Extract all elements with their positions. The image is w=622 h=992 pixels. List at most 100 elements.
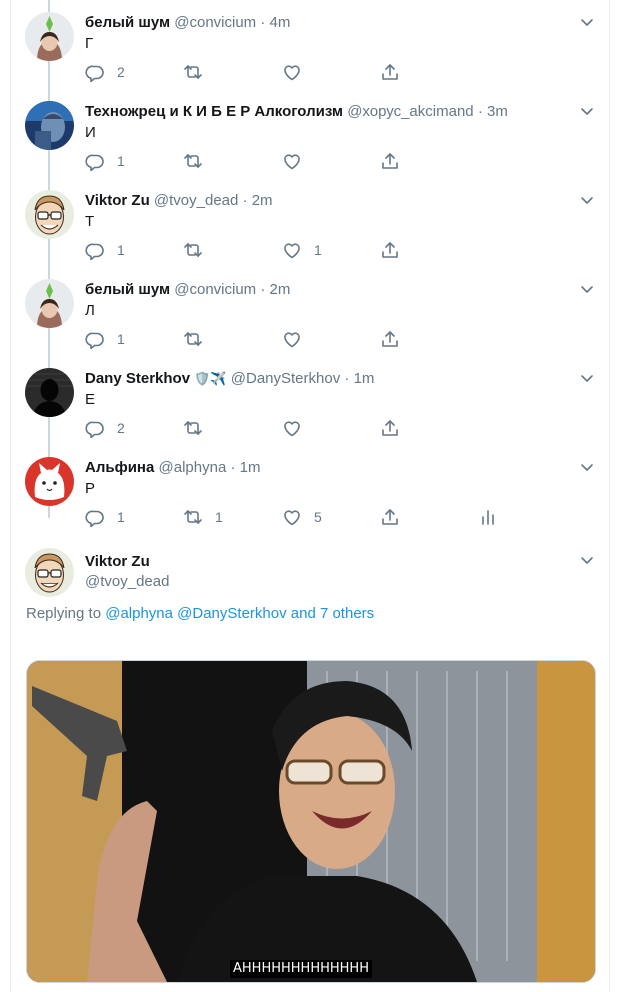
avatar[interactable] [25,190,74,239]
tweet-text: Р [85,480,96,497]
reply-button[interactable]: 2 [85,417,125,439]
like-button[interactable] [282,61,302,83]
replying-to-links[interactable]: @alphyna @DanySterkhov and 7 others [105,605,374,622]
retweet-button[interactable] [183,239,203,261]
display-name[interactable]: белый шум [85,14,170,31]
display-name[interactable]: белый шум [85,281,170,298]
heart-icon [284,65,300,81]
avatar[interactable] [25,368,74,417]
share-button[interactable] [380,239,400,261]
chevron-down-icon[interactable] [578,370,596,388]
avatar[interactable] [25,457,74,506]
avatar[interactable] [25,12,74,61]
reply-button[interactable]: 1 [85,328,125,350]
like-count: 1 [314,242,322,258]
timestamp[interactable]: 4m [270,14,291,31]
like-button[interactable] [282,150,302,172]
reply-count: 2 [117,420,125,436]
display-name[interactable]: Техножрец и К И Б Е Р Алкоголизм [85,103,343,120]
share-button[interactable] [380,417,400,439]
timestamp[interactable]: 1m [354,370,375,387]
thread-tweet[interactable]: Viktor Zu @tvoy_dead · 2m Т 1 1 [0,178,622,267]
share-icon [382,331,398,347]
retweet-button[interactable] [183,328,203,350]
cartoon-man-avatar-icon [25,548,74,597]
reply-icon [85,65,104,82]
separator-dot: · [477,103,483,120]
username[interactable]: @alphyna [159,459,227,476]
thread-tweet[interactable]: белый шум @convicium · 4m Г 2 [0,0,622,89]
share-button[interactable] [380,506,400,528]
display-name[interactable]: Dany Sterkhov [85,370,190,387]
retweet-button[interactable] [183,150,203,172]
timestamp[interactable]: 3m [487,103,508,120]
timestamp[interactable]: 2m [270,281,291,298]
avatar[interactable] [25,279,74,328]
share-icon [382,153,398,169]
chevron-down-icon[interactable] [578,14,596,32]
share-button[interactable] [380,61,400,83]
username[interactable]: @tvoy_dead [154,192,238,209]
retweet-button[interactable] [183,417,203,439]
reply-count: 1 [117,331,125,347]
share-icon [382,420,398,436]
reply-button[interactable]: 1 [85,239,125,261]
thread-tweet[interactable]: Альфина @alphyna · 1m Р 1 1 5 [0,445,622,534]
share-button[interactable] [380,150,400,172]
share-button[interactable] [380,328,400,350]
main-tweet-name[interactable]: Viktor Zu [85,553,150,570]
thread-tweet[interactable]: белый шум @convicium · 2m Л 1 [0,267,622,356]
analytics-button[interactable] [478,506,498,528]
main-tweet-handle[interactable]: @tvoy_dead [85,573,169,590]
tweet-text: Л [85,302,95,319]
username[interactable]: @convicium [174,281,256,298]
username[interactable]: @хорус_akcimand [347,103,473,120]
like-button[interactable] [282,417,302,439]
separator-dot: · [242,192,248,209]
heart-icon [284,510,300,526]
tweet-text: Е [85,391,96,408]
retweet-count: 1 [215,509,223,525]
tweet-header: Альфина @alphyna · 1m [85,458,260,478]
heart-icon [284,243,300,259]
thread-tweet[interactable]: Техножрец и К И Б Е Р Алкоголизм @хорус_… [0,89,622,178]
tweet-text: Г [85,35,94,52]
tweet-header: Dany Sterkhov 🛡️✈️ @DanySterkhov · 1m [85,369,374,389]
analytics-icon [482,510,494,525]
tweet-actions: 1 [85,328,515,350]
timestamp[interactable]: 2m [252,192,273,209]
username[interactable]: @DanySterkhov [231,370,340,387]
tweet-header: белый шум @convicium · 2m [85,280,290,300]
retweet-icon [184,332,202,346]
chevron-down-icon[interactable] [578,281,596,299]
thread-tweet[interactable]: Dany Sterkhov 🛡️✈️ @DanySterkhov · 1m Е … [0,356,622,445]
reply-count: 1 [117,509,125,525]
separator-dot: · [260,281,266,298]
retweet-button[interactable]: 1 [183,506,223,528]
retweet-icon [184,421,202,435]
tweet-header: Viktor Zu @tvoy_dead · 2m [85,191,273,211]
reply-button[interactable]: 1 [85,150,125,172]
chevron-down-icon[interactable] [578,459,596,477]
reply-button[interactable]: 2 [85,61,125,83]
separator-dot: · [230,459,236,476]
tweet-media-gif[interactable]: АННННННННННННН [26,660,596,983]
chevron-down-icon[interactable] [578,552,596,570]
chevron-down-icon[interactable] [578,192,596,210]
username[interactable]: @convicium [174,14,256,31]
reply-icon [85,154,104,171]
display-name[interactable]: Viktor Zu [85,192,150,209]
chevron-down-icon[interactable] [578,103,596,121]
reply-icon [85,332,104,349]
avatar[interactable] [25,548,74,597]
like-button[interactable]: 1 [282,239,322,261]
retweet-button[interactable] [183,61,203,83]
timestamp[interactable]: 1m [240,459,261,476]
like-button[interactable] [282,328,302,350]
display-name[interactable]: Альфина [85,459,154,476]
reply-button[interactable]: 1 [85,506,125,528]
retweet-icon [184,65,202,79]
avatar[interactable] [25,101,74,150]
heart-icon [284,421,300,437]
like-button[interactable]: 5 [282,506,322,528]
